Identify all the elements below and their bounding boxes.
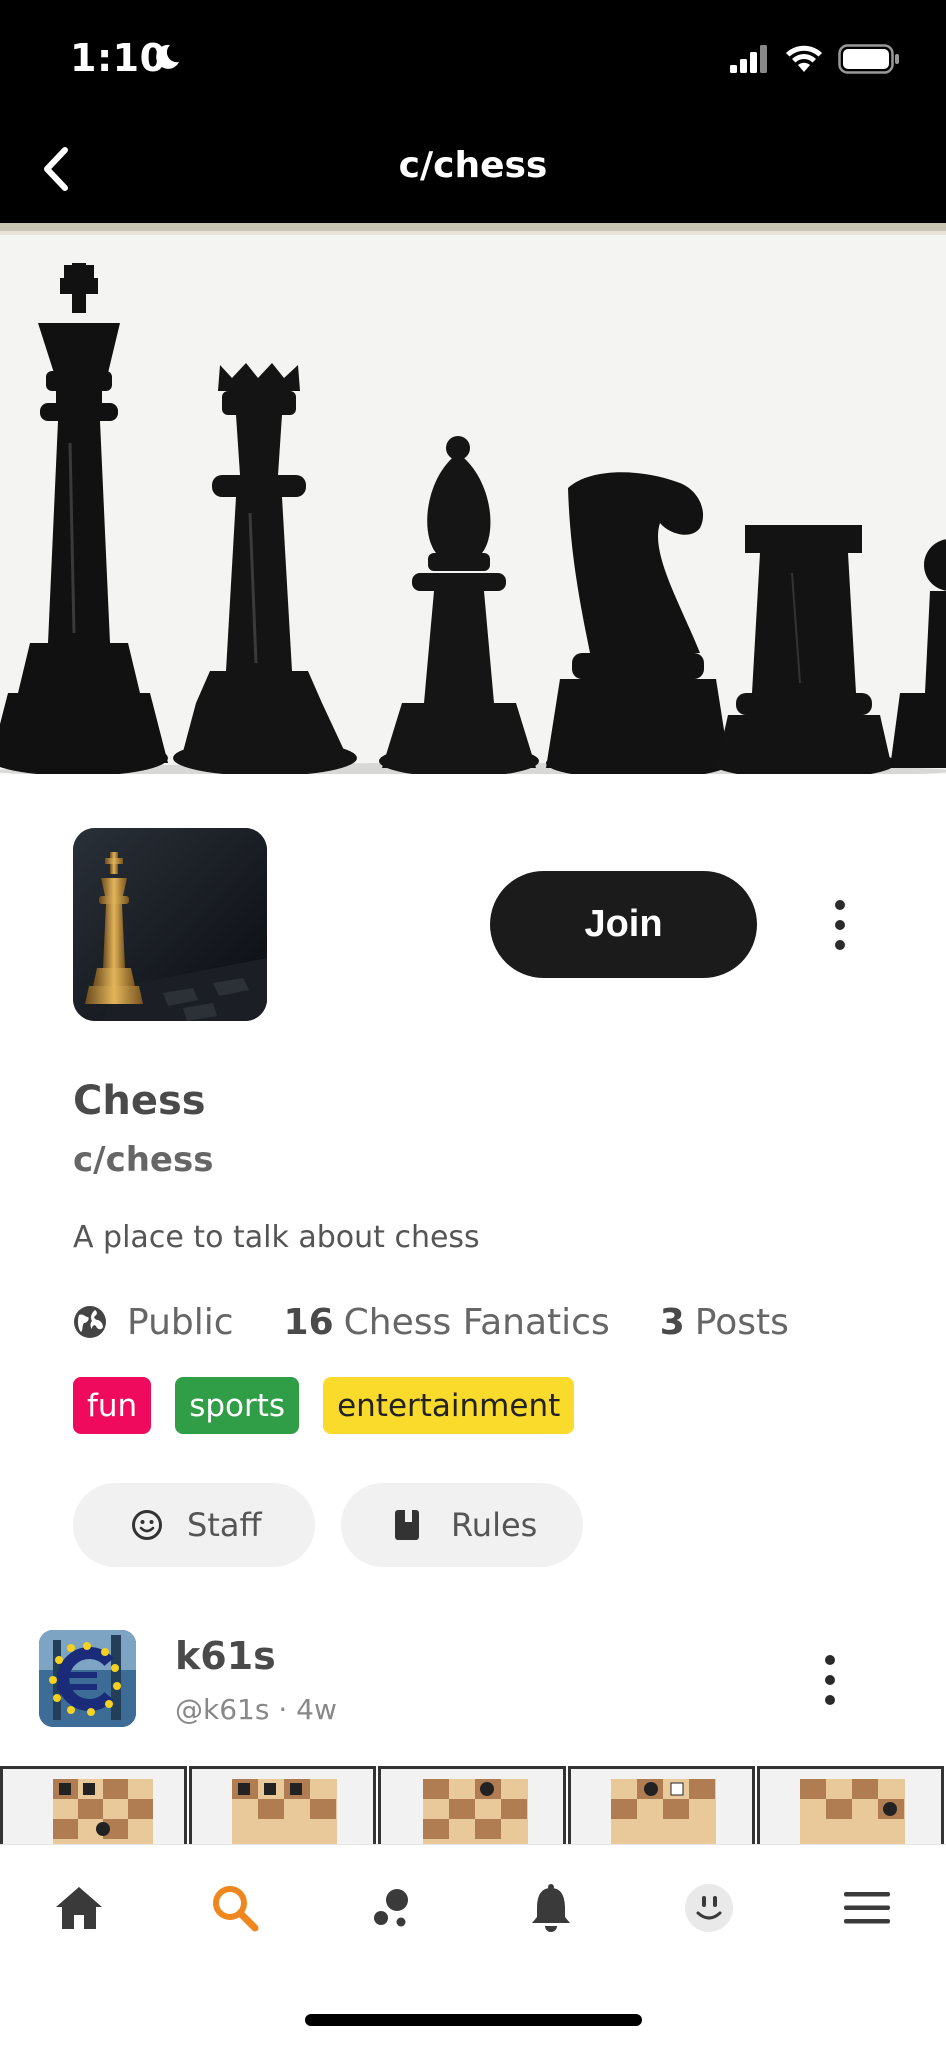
tag-fun[interactable]: fun (73, 1377, 152, 1434)
staff-label: Staff (187, 1506, 262, 1544)
tag-sports[interactable]: sports (175, 1377, 300, 1434)
more-vertical-icon (835, 900, 845, 910)
page-title: c/chess (398, 145, 548, 186)
community-name: Chess (73, 1078, 206, 1124)
community-handle: c/chess (73, 1140, 214, 1180)
post-image-strip[interactable] (0, 1766, 946, 1846)
nav-home[interactable] (44, 1873, 114, 1943)
community-description: A place to talk about chess (73, 1220, 480, 1255)
home-indicator (305, 2014, 642, 2026)
chess-board-thumbnail (0, 1766, 188, 1846)
nav-notifications[interactable] (516, 1873, 586, 1943)
home-icon (56, 1887, 102, 1929)
globe-icon (74, 1306, 106, 1338)
smiley-icon (132, 1510, 162, 1540)
gold-king-image (73, 828, 267, 1021)
posts-stat[interactable]: 3 Posts (660, 1302, 789, 1343)
chess-board-thumbnail (756, 1766, 945, 1846)
post-more-options-button[interactable] (808, 1645, 852, 1715)
chess-pieces-banner-image (0, 223, 946, 774)
top-nav-bar: c/chess (0, 115, 946, 223)
rules-button[interactable]: Rules (341, 1483, 583, 1567)
staff-button[interactable]: Staff (73, 1483, 315, 1567)
bell-icon (532, 1884, 570, 1932)
post-label: Posts (694, 1301, 789, 1343)
signal-icon (730, 45, 767, 73)
community-avatar (73, 828, 267, 1021)
members-stat[interactable]: 16 Chess Fanatics (284, 1302, 610, 1343)
post-author-avatar[interactable] (39, 1630, 136, 1727)
profile-icon (685, 1884, 733, 1932)
euro-logo-image (39, 1630, 136, 1727)
menu-icon (844, 1892, 890, 1924)
visibility-label: Public (127, 1301, 234, 1343)
moon-icon (156, 44, 179, 69)
member-label: Chess Fanatics (343, 1301, 610, 1343)
nav-discover[interactable] (358, 1873, 428, 1943)
rules-label: Rules (451, 1506, 538, 1544)
community-info-buttons: Staff Rules (73, 1483, 583, 1567)
nav-search[interactable] (200, 1873, 270, 1943)
wifi-icon (786, 45, 822, 72)
status-bar: 1:10 (0, 0, 946, 115)
status-indicators (730, 44, 900, 74)
search-icon (213, 1886, 259, 1932)
community-more-options-button[interactable] (818, 890, 862, 960)
book-icon (395, 1510, 419, 1540)
chess-board-thumbnail (189, 1766, 377, 1846)
post-meta: @k61s · 4w (175, 1693, 337, 1726)
community-banner (0, 223, 946, 774)
tag-entertainment[interactable]: entertainment (323, 1377, 575, 1434)
member-count: 16 (283, 1301, 334, 1343)
community-stats: Public 16 Chess Fanatics 3 Posts (73, 1298, 789, 1346)
post-count: 3 (659, 1301, 685, 1343)
community-tags: fun sports entertainment (73, 1377, 575, 1434)
chess-board-thumbnail (567, 1766, 755, 1846)
nav-profile[interactable] (674, 1873, 744, 1943)
discover-icon (374, 1889, 408, 1927)
nav-menu[interactable] (832, 1873, 902, 1943)
chess-board-thumbnail (378, 1766, 566, 1846)
join-button[interactable]: Join (490, 871, 757, 978)
visibility-stat: Public (73, 1302, 234, 1343)
more-vertical-icon (825, 1655, 835, 1665)
post-author-name[interactable]: k61s (175, 1634, 276, 1678)
battery-icon (838, 44, 899, 74)
